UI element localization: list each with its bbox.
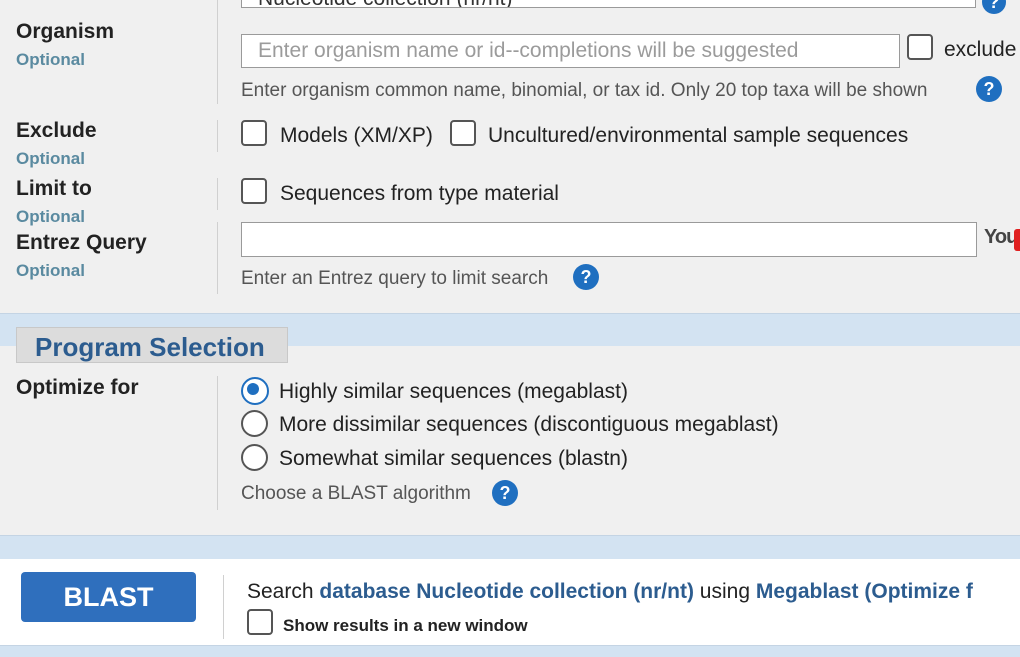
- exclude-label: Exclude: [16, 119, 97, 142]
- exclude-models-label: Models (XM/XP): [280, 124, 433, 147]
- blast-button[interactable]: BLAST: [21, 572, 196, 622]
- discontiguous-label: More dissimilar sequences (discontiguous…: [279, 413, 779, 436]
- entrez-help: Enter an Entrez query to limit search: [241, 268, 549, 289]
- blast-button-label: BLAST: [63, 582, 154, 612]
- algorithm-help: Choose a BLAST algorithm: [241, 483, 471, 504]
- organism-exclude-label: exclude: [944, 38, 1017, 61]
- search-prefix: Search: [247, 580, 314, 603]
- blastn-label: Somewhat similar sequences (blastn): [279, 447, 628, 470]
- algorithm-help-icon[interactable]: ?: [492, 480, 518, 506]
- submit-band-bottom: [0, 645, 1020, 657]
- submit-divider: [223, 575, 224, 639]
- database-select[interactable]: Nucleotide collection (nr/nt): [241, 0, 976, 8]
- organism-input[interactable]: Enter organism name or id--completions w…: [241, 34, 900, 68]
- database-select-value: Nucleotide collection (nr/nt): [258, 0, 512, 7]
- exclude-uncultured-label: Uncultured/environmental sample sequence…: [488, 124, 909, 147]
- program-title: Program Selection: [35, 332, 265, 362]
- youtube-label: You: [984, 226, 1018, 248]
- optimize-label: Optimize for: [16, 376, 139, 399]
- submit-band-top: [0, 535, 1020, 560]
- organism-optional: Optional: [16, 50, 85, 69]
- limit-to-optional: Optional: [16, 207, 85, 226]
- limit-to-label: Limit to: [16, 177, 92, 200]
- discontiguous-radio[interactable]: [241, 410, 268, 437]
- organism-exclude-checkbox[interactable]: [907, 34, 933, 60]
- organism-placeholder: Enter organism name or id--completions w…: [258, 39, 799, 62]
- entrez-label: Entrez Query: [16, 231, 147, 254]
- program-link[interactable]: Megablast (Optimize f: [756, 580, 973, 603]
- megablast-radio[interactable]: [241, 377, 269, 405]
- section-divider: [217, 178, 218, 210]
- entrez-help-icon[interactable]: ?: [573, 264, 599, 290]
- megablast-label: Highly similar sequences (megablast): [279, 380, 628, 403]
- exclude-models-checkbox[interactable]: [241, 120, 267, 146]
- type-material-checkbox[interactable]: [241, 178, 267, 204]
- program-title-tab: Program Selection: [16, 327, 288, 363]
- organism-help-icon[interactable]: ?: [976, 76, 1002, 102]
- blastn-radio[interactable]: [241, 444, 268, 471]
- youtube-link[interactable]: You: [984, 226, 1018, 249]
- section-divider: [217, 120, 218, 152]
- organism-help: Enter organism common name, binomial, or…: [241, 80, 928, 101]
- search-summary: Search database Nucleotide collection (n…: [247, 580, 973, 604]
- organism-label: Organism: [16, 20, 115, 43]
- entrez-input[interactable]: [241, 222, 977, 257]
- new-window-label: Show results in a new window: [283, 616, 528, 635]
- section-divider: [217, 222, 218, 294]
- section-divider: [217, 0, 218, 104]
- youtube-icon[interactable]: [1014, 229, 1020, 251]
- exclude-uncultured-checkbox[interactable]: [450, 120, 476, 146]
- exclude-optional: Optional: [16, 149, 85, 168]
- database-link[interactable]: database Nucleotide collection (nr/nt): [319, 580, 694, 603]
- help-icon[interactable]: ?: [982, 0, 1006, 14]
- using-text: using: [699, 580, 750, 603]
- entrez-optional: Optional: [16, 261, 85, 280]
- type-material-label: Sequences from type material: [280, 182, 559, 205]
- new-window-checkbox[interactable]: [247, 609, 273, 635]
- section-divider: [217, 376, 218, 510]
